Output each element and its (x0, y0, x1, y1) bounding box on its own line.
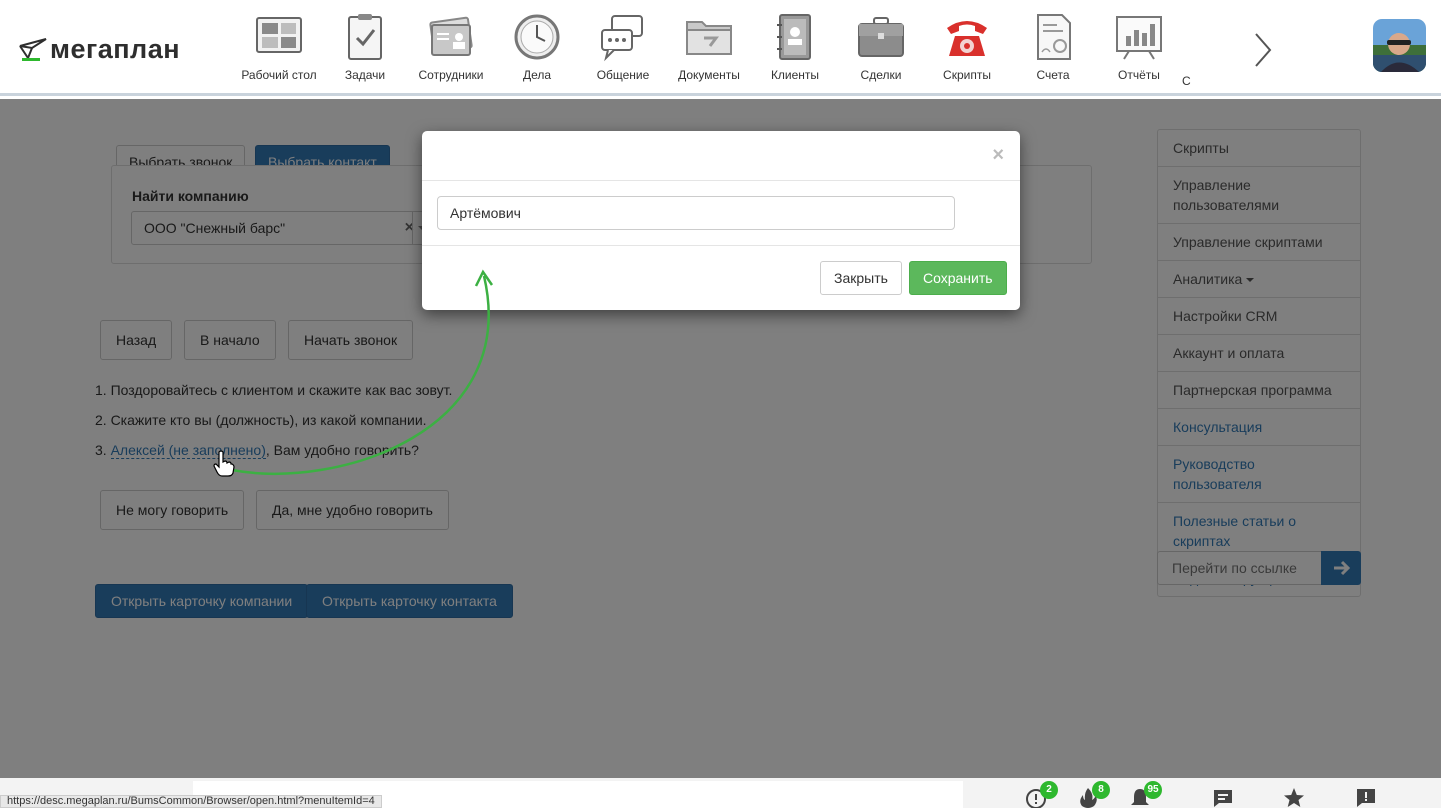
status-url: https://desc.megaplan.ru/BumsCommon/Brow… (0, 795, 382, 808)
hot-count-badge: 8 (1092, 781, 1110, 799)
annotation-arrow (231, 269, 494, 475)
star-icon[interactable] (1282, 786, 1306, 808)
feedback-icon[interactable] (1354, 786, 1378, 808)
notifications-count-badge: 95 (1144, 781, 1162, 799)
hand-cursor-icon (213, 450, 235, 477)
message-icon[interactable] (1211, 786, 1235, 808)
alerts-count-badge: 2 (1040, 781, 1058, 799)
